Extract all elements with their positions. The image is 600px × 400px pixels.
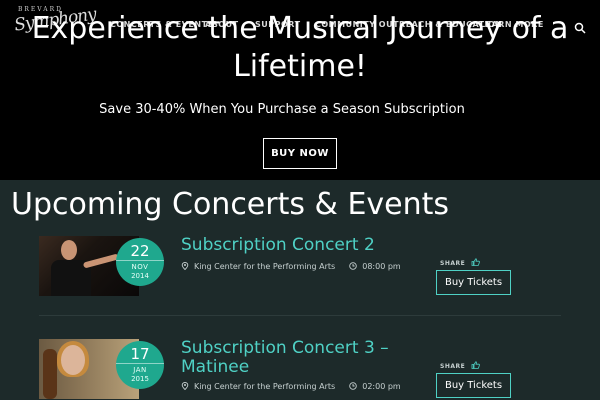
hero-title: Experience the Musical Journey of a Life… — [0, 10, 600, 86]
event-divider — [39, 315, 561, 316]
event-time: 08:00 pm — [362, 262, 401, 271]
event-venue: King Center for the Performing Arts — [194, 262, 336, 271]
date-day: 17 — [130, 345, 150, 363]
event-title-link[interactable]: Subscription Concert 3 – Matinee — [181, 339, 421, 377]
date-year: 2014 — [131, 272, 149, 280]
event-title-link[interactable]: Subscription Concert 2 — [181, 236, 421, 255]
hero-title-line1: Experience the Musical Journey of a — [31, 11, 569, 46]
pin-icon — [181, 382, 189, 390]
date-day: 22 — [130, 242, 150, 260]
hero-subtitle: Save 30-40% When You Purchase a Season S… — [99, 102, 465, 117]
clock-icon — [349, 382, 357, 390]
clock-icon — [349, 262, 357, 270]
date-badge: 17 JAN 2015 — [116, 341, 164, 389]
buy-tickets-button[interactable]: Buy Tickets — [436, 270, 511, 295]
event-time: 02:00 pm — [362, 382, 401, 391]
share-control[interactable]: SHARE — [440, 361, 481, 370]
date-month: NOV — [116, 260, 164, 271]
event-venue: King Center for the Performing Arts — [194, 382, 336, 391]
date-year: 2015 — [131, 375, 149, 383]
thumbs-up-icon[interactable] — [471, 258, 481, 266]
event-meta: King Center for the Performing Arts 02:00… — [181, 382, 401, 391]
share-label: SHARE — [440, 260, 466, 267]
event-card: 22 NOV 2014 Subscription Concert 2 King … — [39, 236, 561, 300]
hero-banner: BREVARD Symphony CONCERTS & EVENTS ABOUT… — [0, 0, 600, 180]
pin-icon — [181, 262, 189, 270]
share-label: SHARE — [440, 363, 466, 370]
events-section-title: Upcoming Concerts & Events — [11, 187, 450, 222]
hero-title-line2: Lifetime! — [233, 49, 367, 84]
event-meta: King Center for the Performing Arts 08:00… — [181, 262, 401, 271]
buy-tickets-button[interactable]: Buy Tickets — [436, 373, 511, 398]
buy-now-button[interactable]: BUY NOW — [263, 138, 337, 169]
date-month: JAN — [116, 363, 164, 374]
thumbs-up-icon[interactable] — [471, 361, 481, 369]
share-control[interactable]: SHARE — [440, 258, 481, 267]
date-badge: 22 NOV 2014 — [116, 238, 164, 286]
event-card: 17 JAN 2015 Subscription Concert 3 – Mat… — [39, 339, 561, 400]
